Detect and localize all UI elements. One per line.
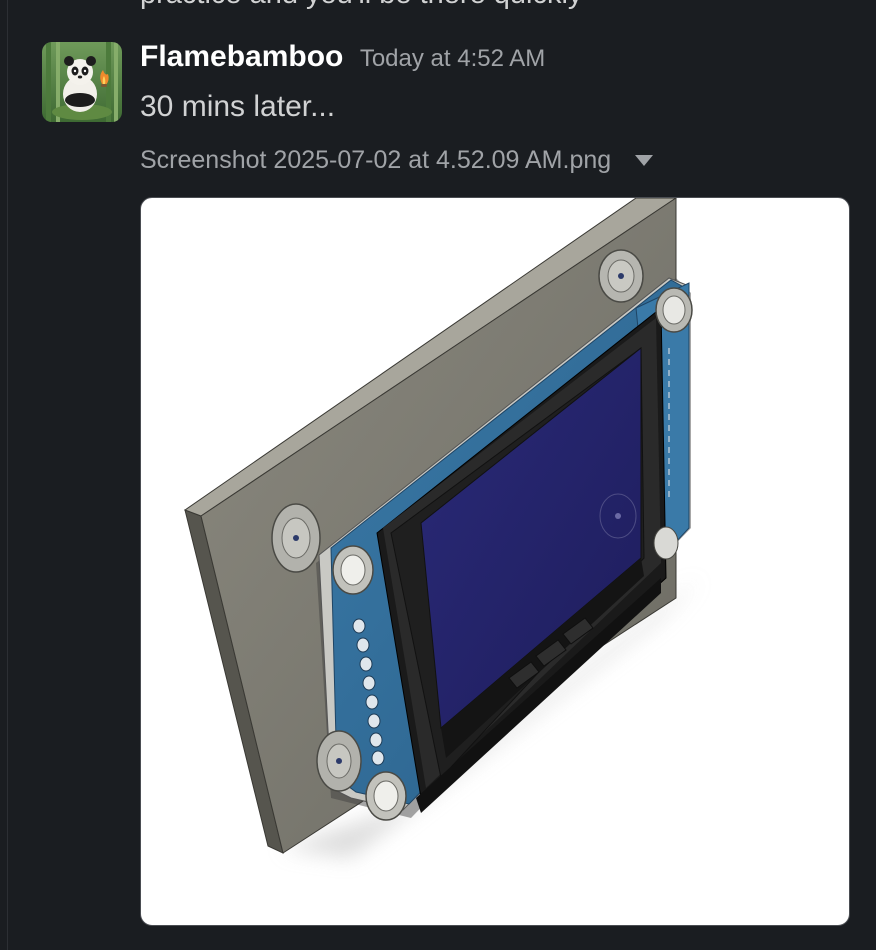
chat-pane: practice and you'll be there quickly — [0, 0, 876, 950]
message-text: 30 mins later... — [140, 90, 336, 123]
attachment-image[interactable] — [140, 197, 850, 926]
attachment-header: Screenshot 2025-07-02 at 4.52.09 AM.png — [140, 146, 654, 175]
author-name[interactable]: Flamebamboo — [140, 40, 343, 73]
pane-divider — [7, 0, 8, 950]
message-timestamp[interactable]: Today at 4:52 AM — [360, 45, 545, 72]
message-header: Flamebamboo Today at 4:52 AM — [140, 40, 545, 74]
avatar[interactable] — [42, 42, 122, 122]
cad-render-image — [183, 198, 701, 858]
panda-avatar-icon — [42, 42, 122, 122]
attachment-filename[interactable]: Screenshot 2025-07-02 at 4.52.09 AM.png — [140, 146, 611, 175]
caret-down-icon[interactable] — [635, 155, 654, 166]
previous-message-text: practice and you'll be there quickly — [140, 0, 582, 11]
